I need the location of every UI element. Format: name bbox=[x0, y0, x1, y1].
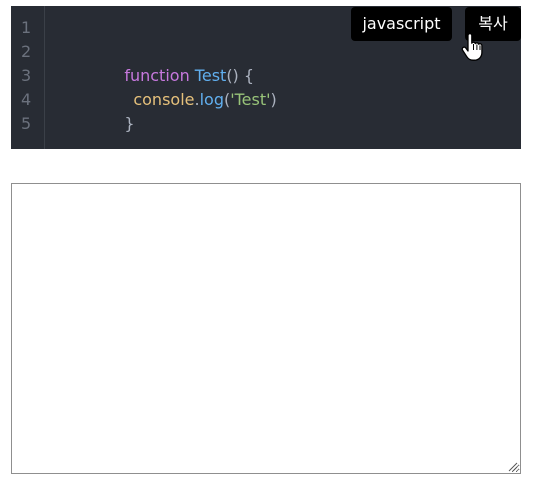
line-number: 1 bbox=[21, 18, 32, 37]
line-number-gutter: 1 2 3 4 5 bbox=[11, 6, 45, 149]
code-input-textarea[interactable] bbox=[11, 183, 521, 474]
code-token: 'Test' bbox=[230, 90, 271, 109]
line-number: 4 bbox=[21, 90, 32, 109]
line-number: 3 bbox=[21, 66, 32, 85]
code-line-4: } bbox=[104, 88, 134, 133]
code-token: ) bbox=[270, 90, 277, 109]
line-number: 5 bbox=[21, 114, 32, 133]
code-line-3: console.log('Test') bbox=[113, 64, 276, 109]
language-badge: javascript bbox=[351, 7, 452, 41]
copy-button[interactable]: 복사 bbox=[465, 7, 521, 41]
code-token: } bbox=[124, 114, 135, 133]
code-line-2: function Test() { bbox=[104, 40, 254, 85]
line-number: 2 bbox=[21, 42, 32, 61]
code-token: console bbox=[133, 90, 195, 109]
code-token: log bbox=[199, 90, 224, 109]
